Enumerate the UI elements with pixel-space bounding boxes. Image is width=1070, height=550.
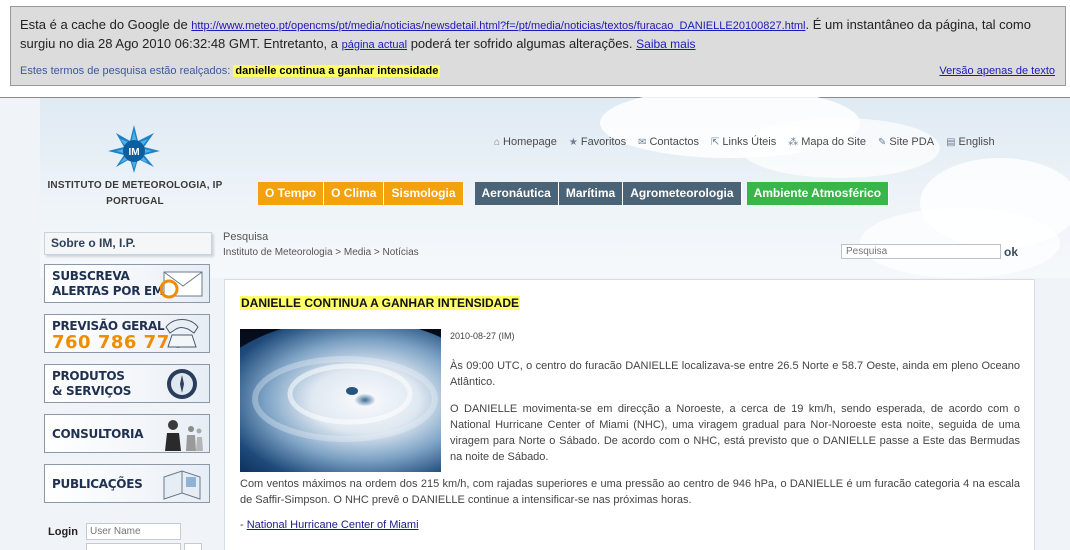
top-utility-links: ⌂ Homepage ★ Favoritos ✉ Contactos ⇱ Links Ú… xyxy=(494,136,995,148)
about-im-button[interactable]: Sobre o IM, I.P. xyxy=(44,232,212,255)
products-services-banner[interactable]: PRODUTOS & SERVIÇOS xyxy=(44,364,210,403)
search-input[interactable] xyxy=(841,244,1001,259)
sitemap-icon: ⁂ xyxy=(788,136,799,148)
search-terms-highlight: danielle continua a ganhar intensidade xyxy=(233,65,441,77)
svg-text:IM: IM xyxy=(128,147,139,158)
compass-icon xyxy=(159,368,205,400)
nhc-reference-link[interactable]: National Hurricane Center of Miami xyxy=(247,519,419,531)
section-title: Pesquisa xyxy=(223,231,269,243)
hurricane-satellite-image xyxy=(240,329,441,472)
current-page-link[interactable]: página actual xyxy=(342,39,407,51)
login-submit-button[interactable] xyxy=(184,543,202,550)
homepage-link[interactable]: ⌂ Homepage xyxy=(494,136,557,148)
telephone-icon xyxy=(159,318,205,350)
breadcrumb[interactable]: Instituto de Meteorologia > Media > Notí… xyxy=(223,247,419,258)
learn-more-link[interactable]: Saiba mais xyxy=(636,37,695,51)
im-logo[interactable]: IM xyxy=(108,125,160,173)
general-forecast-banner[interactable]: PREVISÃO GERAL 760 786 774 xyxy=(44,314,210,353)
search-terms-line: Estes termos de pesquisa estão realçados… xyxy=(20,65,441,77)
cache-intro-text: Esta é a cache do Google de xyxy=(20,17,192,32)
article-paragraph-3: Com ventos máximos na ordem dos 215 km/h… xyxy=(240,478,1020,506)
password-input[interactable] xyxy=(86,543,181,550)
article-date: 2010-08-27 (IM) xyxy=(450,331,515,341)
im-star-logo-icon: IM xyxy=(108,125,160,173)
envelope-icon: ✉ xyxy=(638,136,647,148)
consulting-label: CONSULTORIA xyxy=(52,427,144,441)
text-only-version-link[interactable]: Versão apenas de texto xyxy=(939,65,1055,77)
consulting-banner[interactable]: CONSULTORIA xyxy=(44,414,210,453)
products-services-label: PRODUTOS & SERVIÇOS xyxy=(52,369,132,398)
publications-banner[interactable]: PUBLICAÇÕES xyxy=(44,464,210,503)
username-input[interactable] xyxy=(86,523,181,540)
flag-icon: ▤ xyxy=(946,136,956,148)
login-label: Login xyxy=(48,526,78,538)
search-terms-label: Estes termos de pesquisa estão realçados… xyxy=(20,65,234,77)
pda-site-link[interactable]: ✎ Site PDA xyxy=(878,136,934,148)
useful-links-link[interactable]: ⇱ Links Úteis xyxy=(711,136,776,148)
nav-atmospheric-environment[interactable]: Ambiente Atmosférico xyxy=(746,182,890,205)
nav-agrometeorology[interactable]: Agrometeorologia xyxy=(623,182,742,205)
news-article: DANIELLE CONTINUA A GANHAR INTENSIDADE 2… xyxy=(224,279,1035,550)
external-link-icon: ⇱ xyxy=(711,136,720,148)
cached-url-link[interactable]: http://www.meteo.pt/opencms/pt/media/not… xyxy=(191,20,805,32)
nav-climate[interactable]: O Clima xyxy=(324,182,385,205)
search-ok-button[interactable]: ok xyxy=(1004,245,1018,259)
book-icon xyxy=(159,468,205,500)
cache-banner: Esta é a cache do Google de http://www.m… xyxy=(10,6,1066,86)
org-name: INSTITUTO DE METEOROLOGIA, IP PORTUGAL xyxy=(40,178,230,210)
nav-aeronautics[interactable]: Aeronáutica xyxy=(474,182,559,205)
publications-label: PUBLICAÇÕES xyxy=(52,477,143,491)
article-title: DANIELLE CONTINUA A GANHAR INTENSIDADE xyxy=(240,296,520,310)
english-link[interactable]: ▤ English xyxy=(946,136,995,148)
favorites-link[interactable]: ★ Favoritos xyxy=(569,136,626,148)
pda-icon: ✎ xyxy=(878,136,887,148)
cache-description: Esta é a cache do Google de http://www.m… xyxy=(20,16,1055,54)
cache-changes-text: poderá ter sofrido algumas alterações. xyxy=(407,36,637,51)
star-icon: ★ xyxy=(568,136,578,148)
business-people-icon xyxy=(159,418,205,451)
nav-weather[interactable]: O Tempo xyxy=(258,182,325,205)
article-reference: - National Hurricane Center of Miami xyxy=(240,519,419,531)
org-name-line2: PORTUGAL xyxy=(106,196,164,207)
contacts-link[interactable]: ✉ Contactos xyxy=(638,136,699,148)
nav-seismology[interactable]: Sismologia xyxy=(384,182,464,205)
email-alerts-banner[interactable]: SUBSCREVA ALERTAS POR EMAIL xyxy=(44,264,210,303)
article-paragraph-1: Às 09:00 UTC, o centro do furacão DANIEL… xyxy=(450,360,1020,388)
org-name-line1: INSTITUTO DE METEOROLOGIA, IP xyxy=(47,180,223,191)
main-navigation: O Tempo O Clima Sismologia Aeronáutica M… xyxy=(258,182,890,205)
sitemap-link[interactable]: ⁂ Mapa do Site xyxy=(788,136,866,148)
article-paragraph-2: O DANIELLE movimenta-se em direcção a No… xyxy=(450,403,1020,463)
home-icon: ⌂ xyxy=(494,136,501,148)
email-envelope-icon xyxy=(159,268,205,300)
nav-maritime[interactable]: Marítima xyxy=(558,182,624,205)
